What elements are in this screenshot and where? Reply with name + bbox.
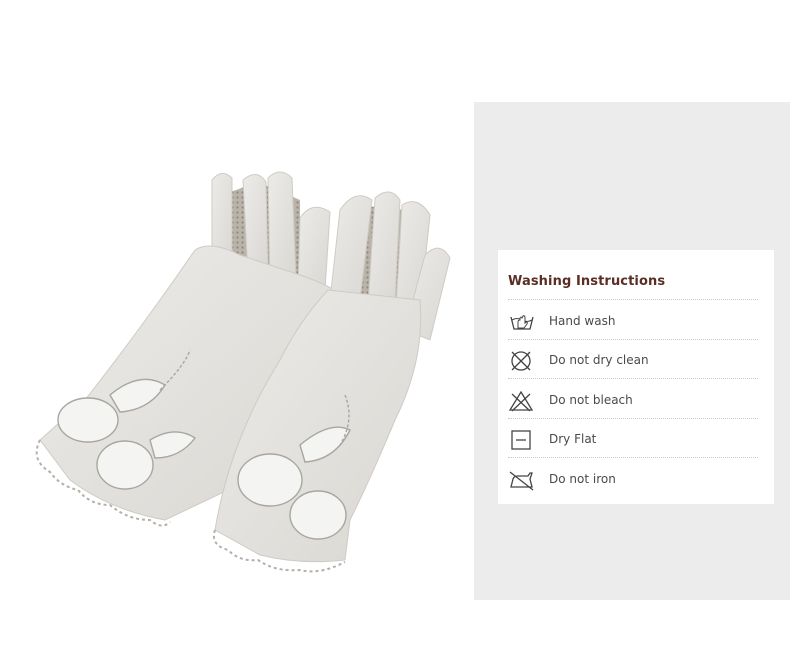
instruction-do-not-iron: Do not iron (508, 469, 758, 491)
instruction-dry-flat: Dry Flat (508, 429, 758, 451)
instruction-label: Hand wash (549, 314, 616, 328)
instruction-label: Do not dry clean (549, 353, 649, 367)
divider (508, 339, 758, 340)
dry-flat-icon (511, 430, 531, 450)
instruction-do-not-dry-clean: Do not dry clean (508, 350, 758, 372)
washing-instructions-card: Washing Instructions Hand wash Do not dr… (498, 250, 774, 504)
instruction-label: Dry Flat (549, 432, 597, 446)
do-not-iron-icon (509, 471, 534, 491)
divider (508, 299, 758, 300)
product-photo (35, 171, 451, 573)
do-not-dry-clean-icon (511, 351, 531, 371)
instruction-hand-wash: Hand wash (508, 311, 758, 333)
divider (508, 378, 758, 379)
do-not-bleach-icon (508, 390, 534, 412)
hand-wash-icon (510, 315, 534, 330)
divider (508, 418, 758, 419)
card-title: Washing Instructions (508, 274, 666, 289)
divider (508, 457, 758, 458)
instruction-do-not-bleach: Do not bleach (508, 390, 758, 412)
instruction-label: Do not iron (549, 472, 616, 486)
instruction-label: Do not bleach (549, 393, 633, 407)
